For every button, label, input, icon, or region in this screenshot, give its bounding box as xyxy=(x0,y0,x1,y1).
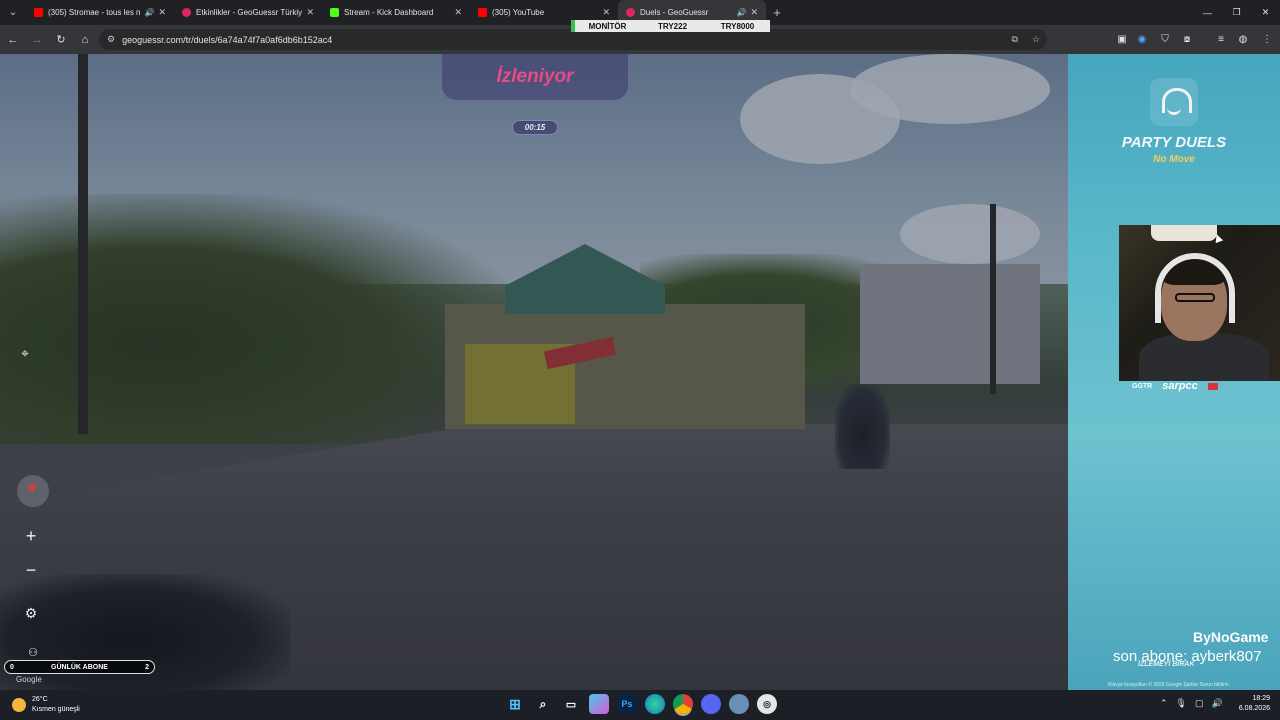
url-text: geoguessr.com/tr/duels/6a74a74f7a0af6db6… xyxy=(122,34,333,45)
extension-shield-icon[interactable]: ⛉ xyxy=(1155,30,1175,49)
address-bar[interactable]: ⚙ geoguessr.com/tr/duels/6a74a74f7a0af6d… xyxy=(99,29,1047,50)
temperature: 26°C xyxy=(32,696,48,703)
window-controls: — ❐ ✕ xyxy=(1193,0,1280,25)
zoom-in-icon[interactable]: + xyxy=(17,522,45,550)
webcam-headphones xyxy=(1155,253,1235,323)
microphone-icon[interactable]: 🎙 xyxy=(1176,698,1187,709)
spectate-dim-overlay xyxy=(0,54,1068,690)
task-view-icon[interactable]: ▭ xyxy=(561,694,581,714)
tab-title: (305) YouTube xyxy=(492,8,545,17)
forward-icon[interactable]: → xyxy=(26,29,48,51)
taskbar-apps: ⊞ ⌕ ▭ Ps ◎ xyxy=(505,694,777,714)
close-icon[interactable]: ✕ xyxy=(158,7,166,18)
extension-record-icon[interactable]: ▣ xyxy=(1112,30,1132,49)
webcam-person-body xyxy=(1139,333,1269,381)
geoguessr-icon xyxy=(182,8,191,17)
streetview-viewport[interactable]: İzleniyor 00:15 ⌖ + − ⚙ ⚇ 0 GÜNLÜK ABONE… xyxy=(0,54,1280,690)
daily-subscriber-bar: 0 GÜNLÜK ABONE 2 xyxy=(4,660,155,674)
tab-title: Stream - Kick Dashboard xyxy=(344,8,434,17)
home-icon[interactable]: ⌂ xyxy=(74,29,96,51)
weather-widget[interactable]: 26°C Kısmen güneşli xyxy=(12,695,80,715)
close-icon[interactable]: ✕ xyxy=(306,7,314,18)
close-icon[interactable]: ✕ xyxy=(750,7,758,18)
date: 6.08.2026 xyxy=(1238,705,1270,712)
tab-1[interactable]: (305) Stromae - tous les mê 🔊 ✕ xyxy=(26,0,174,25)
minimize-icon[interactable]: — xyxy=(1193,0,1222,25)
compass-icon[interactable] xyxy=(17,475,49,507)
headset-icon xyxy=(1150,78,1198,126)
turkey-flag-icon xyxy=(1207,382,1218,390)
monitor-label: MONİTÖR xyxy=(588,21,627,31)
clock[interactable]: 18:29 6.08.2026 xyxy=(1232,694,1270,714)
edge-icon[interactable] xyxy=(645,694,665,714)
photoshop-icon[interactable]: Ps xyxy=(617,694,637,714)
settings-gear-icon[interactable]: ⚙ xyxy=(20,602,42,624)
browser-menu-icon[interactable]: ⋮ xyxy=(1257,30,1277,49)
close-icon[interactable]: ✕ xyxy=(602,7,610,18)
webcam-lamp xyxy=(1151,225,1217,241)
network-icon[interactable]: ▢ xyxy=(1195,698,1204,709)
round-timer: 00:15 xyxy=(512,120,558,135)
reload-icon[interactable]: ↻ xyxy=(50,29,72,51)
sponsor-logo: ByNoGame xyxy=(1193,629,1269,645)
copilot-icon[interactable] xyxy=(589,694,609,714)
media-control-icon[interactable]: ≡ xyxy=(1211,30,1231,49)
cam-tag: GGTR xyxy=(1132,382,1153,390)
players-icon[interactable]: ⚇ xyxy=(24,644,42,660)
tab-search-chevron-icon[interactable]: ⌄ xyxy=(0,0,26,25)
system-tray: ⌃ 🎙 ▢ 🔊 xyxy=(1160,698,1223,709)
obs-icon[interactable]: ◎ xyxy=(757,694,777,714)
tab-2[interactable]: Etkinlikler - GeoGuessr Türkiye ✕ xyxy=(174,0,322,25)
back-icon[interactable]: ← xyxy=(2,29,24,51)
maximize-icon[interactable]: ❐ xyxy=(1222,0,1251,25)
close-icon[interactable]: ✕ xyxy=(454,7,462,18)
zoom-out-icon[interactable]: − xyxy=(17,556,45,584)
app-icon[interactable] xyxy=(729,694,749,714)
map-footer: Klavye kısayolları © 2026 Google Şartlar… xyxy=(1108,682,1229,688)
return-to-start-icon[interactable]: ⌖ xyxy=(14,342,36,364)
party-subtitle: No Move xyxy=(1153,154,1195,165)
webcam-glasses xyxy=(1175,293,1215,302)
kick-icon xyxy=(330,8,339,17)
tab-title: Duels - GeoGuessr xyxy=(640,8,709,17)
partly-sunny-icon xyxy=(12,698,26,712)
spectating-banner: İzleniyor xyxy=(442,54,628,100)
abone-label: GÜNLÜK ABONE xyxy=(51,663,108,671)
webcam-feed xyxy=(1119,225,1280,381)
webcam-nameplate: GGTR sarpcc xyxy=(1132,380,1218,392)
stop-watching-button[interactable]: İZLEMEYİ BIRAK xyxy=(1138,661,1194,668)
speaker-icon[interactable]: 🔊 xyxy=(144,8,154,17)
geoguessr-icon xyxy=(626,8,635,17)
extension-audio-icon[interactable]: ◉ xyxy=(1132,30,1152,49)
youtube-icon xyxy=(34,8,43,17)
weather-text: Kısmen güneşli xyxy=(32,706,80,713)
taskbar: 26°C Kısmen güneşli ⊞ ⌕ ▭ Ps ◎ ⌃ 🎙 ▢ 🔊 1… xyxy=(0,690,1280,720)
cam-name: sarpcc xyxy=(1162,380,1198,392)
discord-icon[interactable] xyxy=(701,694,721,714)
monitor-value-1: TRY222 xyxy=(657,21,688,31)
tab-title: Etkinlikler - GeoGuessr Türkiye xyxy=(196,8,303,17)
site-info-icon[interactable]: ⚙ xyxy=(107,34,115,45)
search-icon[interactable]: ⌕ xyxy=(533,694,553,714)
abone-count-left: 0 xyxy=(10,663,14,671)
youtube-icon xyxy=(478,8,487,17)
abone-count-right: 2 xyxy=(145,663,149,671)
tray-overflow-icon[interactable]: ⌃ xyxy=(1160,698,1168,709)
extensions-puzzle-icon[interactable]: ⧇ xyxy=(1177,30,1197,49)
monitor-value-2: TRY8000 xyxy=(720,21,755,31)
chrome-icon[interactable] xyxy=(673,694,693,714)
close-window-icon[interactable]: ✕ xyxy=(1251,0,1280,25)
profile-avatar-icon[interactable]: ◍ xyxy=(1233,30,1253,49)
tab-3[interactable]: Stream - Kick Dashboard ✕ xyxy=(322,0,470,25)
monitor-overlay: MONİTÖR TRY222 TRY8000 xyxy=(571,20,770,32)
time: 18:29 xyxy=(1252,695,1270,702)
speaker-icon[interactable]: 🔊 xyxy=(736,8,746,17)
bookmark-star-icon[interactable]: ☆ xyxy=(1032,34,1040,45)
tab-title: (305) Stromae - tous les mê xyxy=(48,8,141,17)
windows-start-icon[interactable]: ⊞ xyxy=(505,694,525,714)
google-watermark: Google xyxy=(16,675,42,684)
cast-icon[interactable]: ⧉ xyxy=(1011,34,1017,45)
party-title: PARTY DUELS xyxy=(1121,134,1227,151)
volume-icon[interactable]: 🔊 xyxy=(1212,698,1223,709)
